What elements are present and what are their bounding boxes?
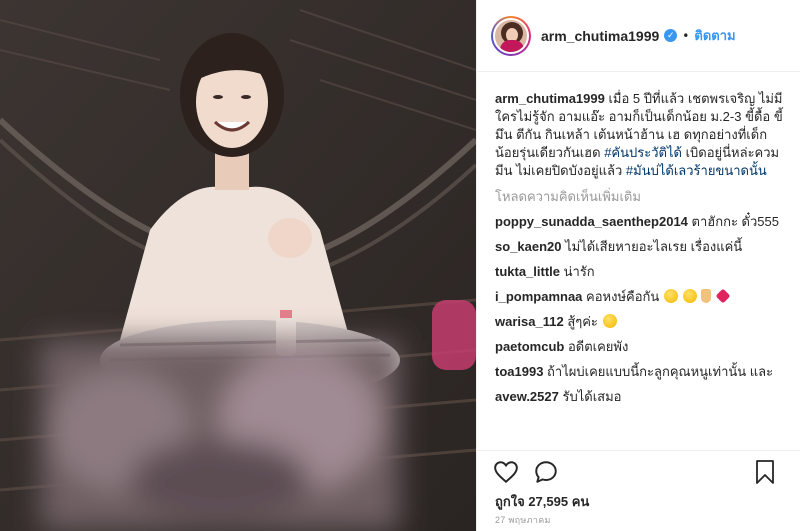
comment-username[interactable]: i_pompamnaa bbox=[495, 289, 582, 304]
follow-button[interactable]: ติดตาม bbox=[694, 25, 735, 46]
comment-item: warisa_112 สู้ๆค่ะ bbox=[495, 313, 787, 331]
comment-item: i_pompamnaa คอหงษ์คือกัน bbox=[495, 288, 787, 306]
caption-username[interactable]: arm_chutima1999 bbox=[495, 91, 605, 106]
post-photo[interactable] bbox=[0, 0, 476, 531]
comment-username[interactable]: poppy_sunadda_saenthep2014 bbox=[495, 214, 688, 229]
comment-text: น่ารัก bbox=[563, 264, 595, 279]
hashtag-link[interactable]: #คันประวัติได้ bbox=[604, 145, 682, 160]
comment-username[interactable]: paetomcub bbox=[495, 339, 564, 354]
post-side-panel: arm_chutima1999 ✓ • ติดตาม arm_chutima19… bbox=[476, 0, 800, 531]
post-header: arm_chutima1999 ✓ • ติดตาม bbox=[477, 0, 800, 72]
post-caption: arm_chutima1999 เมื่อ 5 ปีที่แล้ว เชตพรเ… bbox=[495, 90, 787, 180]
hand-emoji-icon bbox=[701, 289, 712, 303]
post-actions: ถูกใจ 27,595 คน 27 พฤษภาคม bbox=[477, 450, 800, 531]
heart-emoji-icon bbox=[715, 288, 731, 304]
comment-text: ถ้าไผบ่เคยแบบนี้กะลูกคุณหนูเท่านั้น และ bbox=[547, 364, 774, 379]
comment-text: ตาฮักกะ ดั๋ว555 bbox=[691, 214, 779, 229]
comment-text: ไม่ได้เสียหายอะไลเรย เรื่องแค่นี้ bbox=[565, 239, 743, 254]
comment-username[interactable]: so_kaen20 bbox=[495, 239, 562, 254]
comment-text: สู้ๆค่ะ bbox=[567, 314, 598, 329]
comment-text: รับได้เสมอ bbox=[562, 389, 622, 404]
likes-count[interactable]: ถูกใจ 27,595 คน bbox=[495, 491, 589, 512]
emoji-icon bbox=[663, 289, 678, 303]
comment-bubble-icon[interactable] bbox=[533, 459, 559, 485]
hashtag-link-2[interactable]: #มันบ่ได้เลวร้ายขนาดนั้น bbox=[626, 163, 767, 178]
verified-badge-icon: ✓ bbox=[664, 29, 678, 42]
comment-username[interactable]: tukta_little bbox=[495, 264, 560, 279]
photo-image bbox=[0, 0, 476, 531]
heart-icon[interactable] bbox=[493, 459, 519, 485]
avatar[interactable] bbox=[491, 15, 531, 56]
comment-item: avew.2527 รับได้เสมอ bbox=[495, 388, 787, 406]
comment-item: toa1993 ถ้าไผบ่เคยแบบนี้กะลูกคุณหนูเท่าน… bbox=[495, 363, 787, 381]
header-username[interactable]: arm_chutima1999 bbox=[541, 28, 659, 44]
comment-item: tukta_little น่ารัก bbox=[495, 263, 787, 281]
emoji-icon bbox=[682, 289, 697, 303]
comments-section: arm_chutima1999 เมื่อ 5 ปีที่แล้ว เชตพรเ… bbox=[477, 72, 800, 452]
emoji-icon bbox=[602, 314, 617, 328]
bookmark-icon[interactable] bbox=[753, 459, 777, 485]
comment-username[interactable]: warisa_112 bbox=[495, 314, 564, 329]
comment-item: poppy_sunadda_saenthep2014 ตาฮักกะ ดั๋ว5… bbox=[495, 213, 787, 231]
post-timestamp[interactable]: 27 พฤษภาคม bbox=[495, 513, 551, 527]
comment-username[interactable]: toa1993 bbox=[495, 364, 543, 379]
comment-text: คอหงษ์คือกัน bbox=[586, 289, 660, 304]
comment-username[interactable]: avew.2527 bbox=[495, 389, 559, 404]
comment-item: paetomcub อดีตเคยพัง bbox=[495, 338, 787, 356]
comment-item: so_kaen20 ไม่ได้เสียหายอะไลเรย เรื่องแค่… bbox=[495, 238, 787, 256]
action-icons bbox=[493, 459, 793, 489]
comment-text: อดีตเคยพัง bbox=[567, 339, 629, 354]
load-more-comments-button[interactable]: โหลดความคิดเห็นเพิ่มเติม bbox=[495, 188, 787, 206]
separator-dot: • bbox=[682, 28, 690, 43]
